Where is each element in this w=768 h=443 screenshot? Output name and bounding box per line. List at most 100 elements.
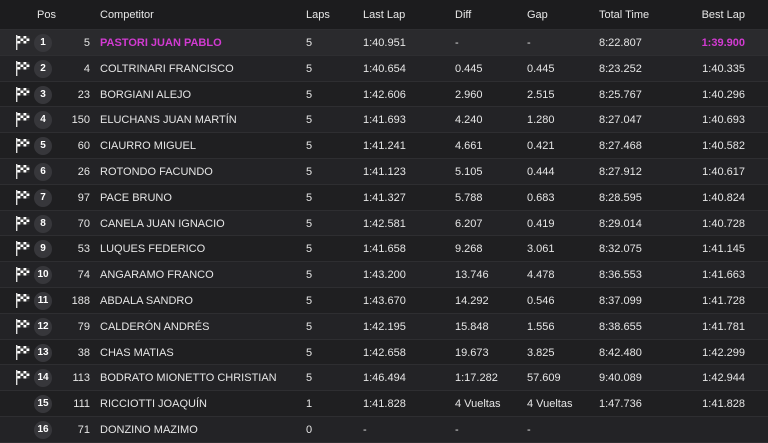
table-row[interactable]: 11 188 ABDALA SANDRO 5 1:43.670 14.292 0…	[0, 288, 768, 314]
header-total-time[interactable]: Total Time	[599, 9, 649, 21]
gap-value: 0.444	[527, 165, 555, 178]
laps-value: 1	[306, 398, 313, 411]
position-badge: 13	[34, 343, 52, 362]
gap-value: 4 Vueltas	[527, 398, 573, 411]
competitor-name[interactable]: DONZINO MAZIMO	[100, 424, 198, 436]
header-best-lap[interactable]: Best Lap	[700, 9, 745, 21]
gap-value: 57.609	[527, 372, 561, 385]
laps-value: 5	[306, 114, 313, 127]
gap-value: 2.515	[527, 88, 555, 101]
laps-value: 5	[306, 294, 313, 307]
header-gap[interactable]: Gap	[527, 9, 548, 21]
table-row[interactable]: 1 5 PASTORI JUAN PABLO 5 1:40.951 - - 8:…	[0, 30, 768, 56]
laps-value: 5	[306, 140, 313, 153]
best-lap-value: 1:41.828	[702, 398, 745, 411]
table-row[interactable]: 10 74 ANGARAMO FRANCO 5 1:43.200 13.746 …	[0, 262, 768, 288]
position-badge: 11	[34, 291, 52, 310]
best-lap-value: 1:40.335	[702, 62, 745, 75]
competitor-name[interactable]: RICCIOTTI JOAQUÍN	[100, 398, 207, 410]
best-lap-value: 1:41.145	[702, 243, 745, 256]
last-lap-value: 1:41.123	[363, 165, 406, 178]
header-diff[interactable]: Diff	[455, 9, 471, 21]
best-lap-value: 1:40.582	[702, 140, 745, 153]
competitor-name[interactable]: LUQUES FEDERICO	[100, 243, 205, 255]
laps-value: 5	[306, 320, 313, 333]
gap-value: 3.061	[527, 243, 555, 256]
laps-value: 5	[306, 37, 313, 49]
table-row[interactable]: 6 26 ROTONDO FACUNDO 5 1:41.123 5.105 0.…	[0, 158, 768, 185]
table-row[interactable]: 4 150 ELUCHANS JUAN MARTÍN 5 1:41.693 4.…	[0, 107, 768, 134]
total-time-value: 8:38.655	[599, 320, 642, 333]
competitor-name[interactable]: COLTRINARI FRANCISCO	[100, 63, 234, 75]
position-badge: 9	[34, 240, 52, 259]
competitor-name[interactable]: CANELA JUAN IGNACIO	[100, 218, 225, 230]
competitor-name[interactable]: ANGARAMO FRANCO	[100, 269, 214, 281]
last-lap-value: 1:42.581	[363, 217, 406, 230]
table-row[interactable]: 8 70 CANELA JUAN IGNACIO 5 1:42.581 6.20…	[0, 210, 768, 237]
header-pos[interactable]: Pos	[37, 9, 56, 21]
last-lap-value: 1:46.494	[363, 372, 406, 385]
last-lap-value: 1:41.828	[363, 398, 406, 411]
diff-value: 0.445	[455, 62, 483, 75]
table-row[interactable]: 12 79 CALDERÓN ANDRÉS 5 1:42.195 15.848 …	[0, 313, 768, 340]
checkered-flag-icon	[15, 215, 31, 231]
best-lap-value: 1:42.299	[702, 346, 745, 359]
header-laps[interactable]: Laps	[306, 9, 330, 21]
table-row[interactable]: 9 53 LUQUES FEDERICO 5 1:41.658 9.268 3.…	[0, 236, 768, 263]
results-table: Pos Competitor Laps Last Lap Diff Gap To…	[0, 0, 768, 443]
gap-value: 0.419	[527, 217, 555, 230]
car-number: 97	[77, 191, 90, 204]
total-time-value: 8:29.014	[599, 217, 642, 230]
competitor-name[interactable]: ROTONDO FACUNDO	[100, 166, 213, 178]
total-time-value: 8:27.912	[599, 165, 642, 178]
car-number: 74	[77, 269, 90, 282]
competitor-name[interactable]: ELUCHANS JUAN MARTÍN	[100, 114, 237, 126]
last-lap-value: 1:41.241	[363, 140, 406, 153]
car-number: 188	[71, 294, 90, 307]
last-lap-value: 1:40.951	[363, 37, 406, 49]
competitor-name[interactable]: CIAURRO MIGUEL	[100, 140, 196, 152]
position-badge: 4	[34, 111, 52, 130]
diff-value: 15.848	[455, 320, 489, 333]
table-row[interactable]: 14 113 BODRATO MIONETTO CHRISTIAN 5 1:46…	[0, 365, 768, 392]
total-time-value: 8:36.553	[599, 269, 642, 282]
table-row[interactable]: 13 38 CHAS MATIAS 5 1:42.658 19.673 3.82…	[0, 340, 768, 366]
checkered-flag-icon	[15, 35, 31, 50]
header-last-lap[interactable]: Last Lap	[363, 9, 405, 21]
diff-value: 6.207	[455, 217, 483, 230]
competitor-name[interactable]: BORGIANI ALEJO	[100, 89, 191, 101]
checkered-flag-icon	[15, 318, 31, 334]
car-number: 111	[73, 398, 90, 411]
best-lap-value: 1:42.944	[702, 372, 745, 385]
last-lap-value: 1:42.606	[363, 88, 406, 101]
competitor-name[interactable]: PACE BRUNO	[100, 192, 172, 204]
table-row[interactable]: 2 4 COLTRINARI FRANCISCO 5 1:40.654 0.44…	[0, 55, 768, 82]
table-row[interactable]: 3 23 BORGIANI ALEJO 5 1:42.606 2.960 2.5…	[0, 82, 768, 108]
gap-value: 0.546	[527, 294, 555, 307]
header-competitor[interactable]: Competitor	[100, 9, 154, 21]
car-number: 60	[77, 140, 90, 153]
table-row[interactable]: 15 111 RICCIOTTI JOAQUÍN 1 1:41.828 4 Vu…	[0, 391, 768, 417]
competitor-name[interactable]: BODRATO MIONETTO CHRISTIAN	[100, 372, 277, 384]
diff-value: 2.960	[455, 88, 483, 101]
diff-value: 4.661	[455, 140, 483, 153]
diff-value: 4.240	[455, 114, 483, 127]
car-number: 71	[77, 423, 90, 436]
checkered-flag-icon	[15, 344, 31, 360]
diff-value: 5.788	[455, 191, 483, 204]
best-lap-value: 1:40.728	[702, 217, 745, 230]
laps-value: 5	[306, 269, 313, 282]
diff-value: 9.268	[455, 243, 483, 256]
competitor-name[interactable]: ABDALA SANDRO	[100, 295, 193, 307]
car-number: 70	[77, 217, 90, 230]
competitor-name[interactable]: CHAS MATIAS	[100, 347, 174, 359]
competitor-name[interactable]: PASTORI JUAN PABLO	[100, 37, 222, 49]
table-row[interactable]: 5 60 CIAURRO MIGUEL 5 1:41.241 4.661 0.4…	[0, 133, 768, 159]
table-row[interactable]: 7 97 PACE BRUNO 5 1:41.327 5.788 0.683 8…	[0, 185, 768, 211]
best-lap-value: 1:40.296	[702, 88, 745, 101]
competitor-name[interactable]: CALDERÓN ANDRÉS	[100, 321, 209, 333]
table-row[interactable]: 16 71 DONZINO MAZIMO 0 - - -	[0, 416, 768, 443]
position-badge: 7	[34, 188, 52, 207]
car-number: 23	[77, 88, 90, 101]
position-badge: 6	[34, 162, 52, 181]
